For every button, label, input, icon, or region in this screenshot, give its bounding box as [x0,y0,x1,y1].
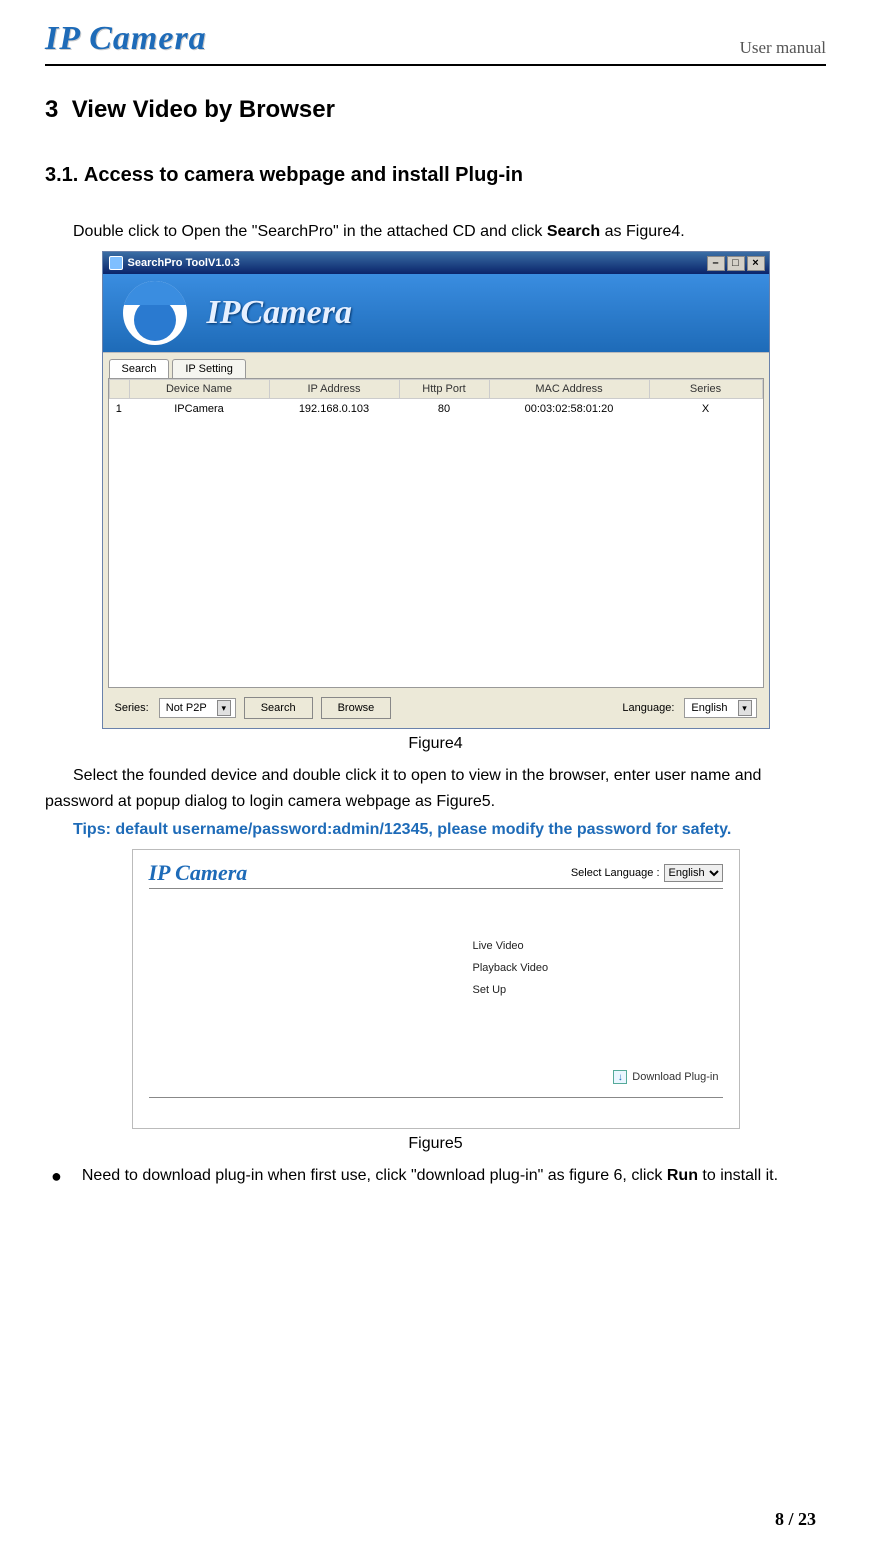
series-label: Series: [115,702,149,714]
tab-bar: Search IP Setting [103,352,769,378]
series-select[interactable]: Not P2P ▾ [159,698,236,718]
divider [149,888,723,889]
tab-ip-setting[interactable]: IP Setting [172,359,246,378]
search-button[interactable]: Search [244,697,313,719]
language-dropdown[interactable]: English [664,864,723,882]
col-mac-address: MAC Address [489,380,649,399]
doc-title: User manual [740,38,826,58]
browse-button[interactable]: Browse [321,697,392,719]
chevron-down-icon: ▾ [738,700,752,716]
eye-icon [123,281,187,345]
table-row[interactable]: 1 IPCamera 192.168.0.103 80 00:03:02:58:… [109,399,762,420]
col-device-name: Device Name [129,380,269,399]
download-icon: ↓ [613,1070,627,1084]
tip-text: Tips: default username/password:admin/12… [45,821,826,839]
app-icon [109,256,123,270]
link-playback-video[interactable]: Playback Video [473,957,549,979]
subsection-heading: 3.1. Access to camera webpage and instal… [45,164,826,187]
page-number: 8 / 23 [775,1509,816,1530]
paragraph-2a: Select the founded device and double cli… [45,763,826,815]
link-live-video[interactable]: Live Video [473,935,549,957]
figure5-caption: Figure5 [45,1135,826,1153]
app-banner: IPCamera [103,274,769,352]
close-button[interactable]: × [747,256,765,271]
col-series: Series [649,380,762,399]
language-selector: Select Language : English [571,864,723,882]
figure5-camera-webpage: IP Camera Select Language : English Live… [132,849,740,1129]
section-heading: 3 View Video by Browser [45,96,826,124]
footer-divider [149,1097,723,1098]
nav-links: Live Video Playback Video Set Up [473,935,549,1001]
window-titlebar: SearchPro ToolV1.0.3 – □ × [103,252,769,274]
col-ip-address: IP Address [269,380,399,399]
chevron-down-icon: ▾ [217,700,231,716]
device-table: Device Name IP Address Http Port MAC Add… [108,378,764,688]
window-title: SearchPro ToolV1.0.3 [128,257,240,269]
bottom-toolbar: Series: Not P2P ▾ Search Browse Language… [103,688,769,728]
language-select[interactable]: English ▾ [684,698,756,718]
webpage-logo: IP Camera [149,860,248,886]
bullet-icon: ● [51,1163,62,1189]
figure4-searchpro-window: SearchPro ToolV1.0.3 – □ × IPCamera Sear… [102,251,770,729]
logo-text: IP Camera [45,20,207,58]
col-http-port: Http Port [399,380,489,399]
download-plugin-link[interactable]: ↓ Download Plug-in [613,1070,718,1084]
banner-brand: IPCamera [207,294,352,332]
minimize-button[interactable]: – [707,256,725,271]
page-header: IP Camera User manual [45,20,826,66]
tab-search[interactable]: Search [109,359,170,378]
figure4-caption: Figure4 [45,735,826,753]
table-header-row: Device Name IP Address Http Port MAC Add… [109,380,762,399]
bullet-item: ● Need to download plug-in when first us… [45,1163,826,1189]
maximize-button[interactable]: □ [727,256,745,271]
language-label: Language: [622,702,674,714]
link-set-up[interactable]: Set Up [473,979,549,1001]
paragraph-1: Double click to Open the "SearchPro" in … [45,219,826,245]
